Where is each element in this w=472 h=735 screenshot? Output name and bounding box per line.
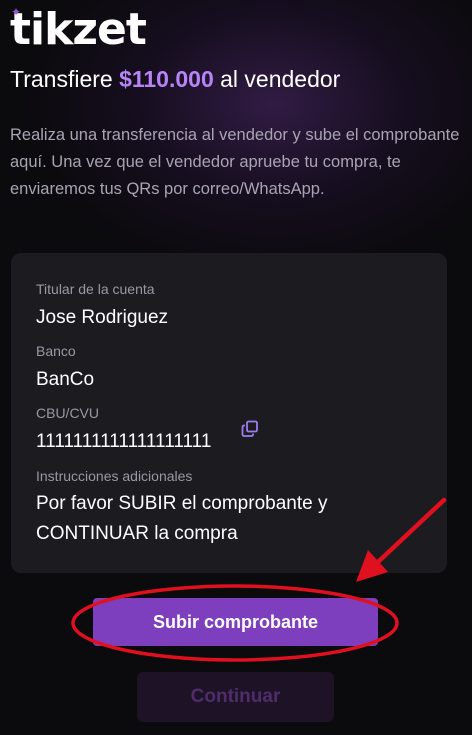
account-holder-field: Titular de la cuenta Jose Rodriguez (36, 280, 168, 332)
account-holder-label: Titular de la cuenta (36, 281, 155, 297)
cbu-field: CBU/CVU 1111111111111111111 (36, 404, 211, 456)
bank-label: Banco (36, 343, 76, 359)
cbu-value: 1111111111111111111 (36, 431, 212, 452)
additional-instructions-value: Por favor SUBIR el comprobante y CONTINU… (36, 493, 328, 544)
account-details-card: Titular de la cuenta Jose Rodriguez Banc… (11, 253, 447, 573)
upload-receipt-button[interactable]: Subir comprobante (93, 598, 378, 646)
bank-field: Banco BanCo (36, 342, 94, 394)
page-title: Transfiere $110.000 al vendedor (10, 64, 340, 94)
additional-instructions-label: Instrucciones adicionales (36, 468, 193, 484)
copy-icon[interactable] (240, 419, 260, 439)
bank-value: BanCo (36, 369, 95, 390)
star-icon: ✦ (11, 5, 21, 19)
tikzet-logo: ✦ tikzet (10, 4, 147, 55)
title-prefix: Transfiere (10, 66, 120, 92)
transfer-amount: $110.000 (119, 66, 214, 92)
account-holder-value: Jose Rodriguez (36, 307, 169, 328)
cbu-label: CBU/CVU (36, 405, 100, 421)
additional-instructions-field: Instrucciones adicionales Por favor SUBI… (36, 467, 396, 549)
title-suffix: al vendedor (213, 66, 341, 92)
logo-text: tikzet (10, 4, 147, 55)
instructions-description: Realiza una transferencia al vendedor y … (10, 126, 460, 198)
continue-button[interactable]: Continuar (137, 672, 334, 722)
